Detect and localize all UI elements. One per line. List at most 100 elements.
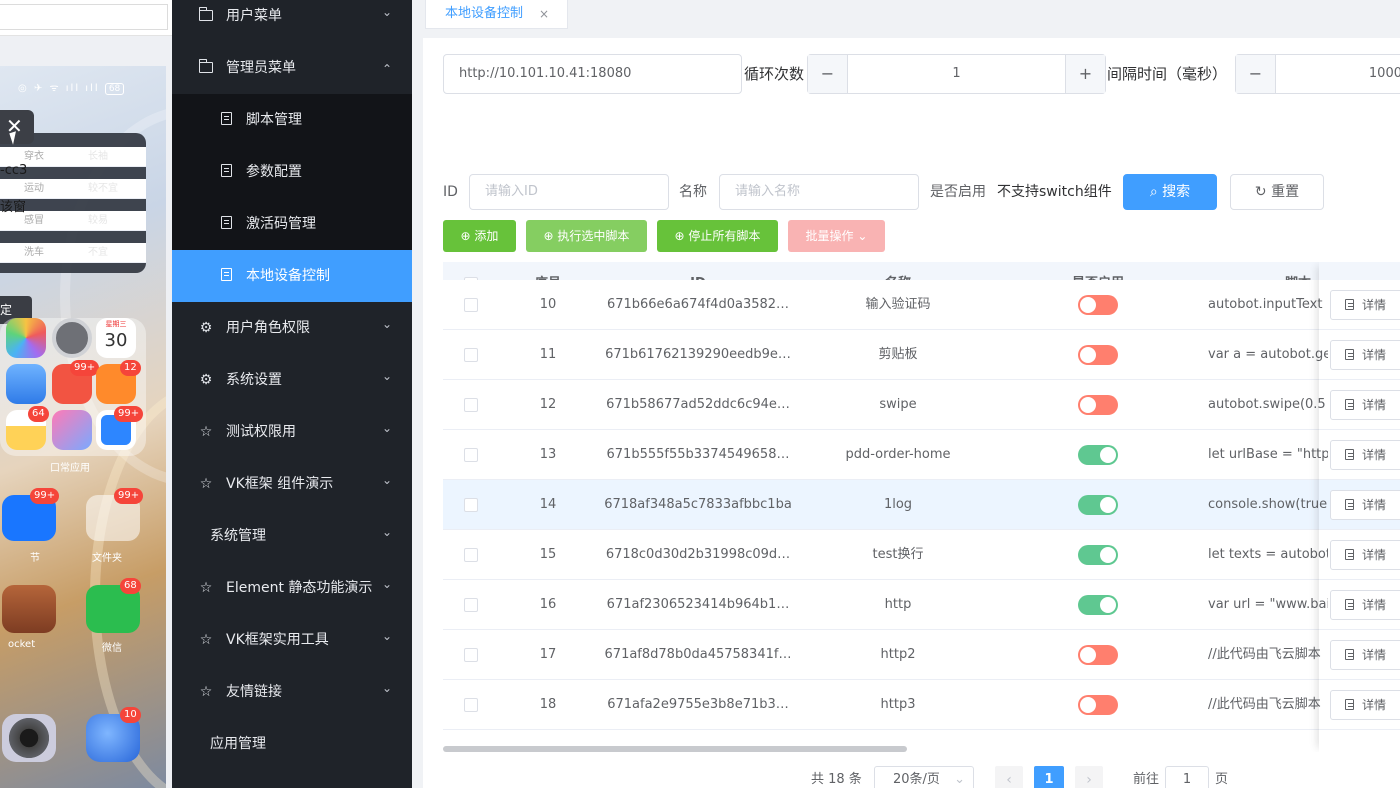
enabled-switch[interactable] — [1078, 345, 1118, 365]
enabled-switch[interactable] — [1078, 595, 1118, 615]
switch-knob — [1100, 447, 1116, 463]
search-button[interactable]: ⌕ 搜索 — [1123, 174, 1217, 210]
tab-local-device-control[interactable]: 本地设备控制 × — [425, 0, 568, 29]
row-checkbox[interactable] — [464, 598, 478, 612]
reset-button[interactable]: ↻ 重置 — [1230, 174, 1324, 210]
pocket-app-icon[interactable] — [2, 585, 56, 633]
row-checkbox[interactable] — [464, 348, 478, 362]
sidebar-item-element-demo[interactable]: ☆ Element 静态功能演示 ⌄ — [172, 562, 412, 614]
enabled-switch[interactable] — [1078, 395, 1118, 415]
id-search-input[interactable]: 请输入ID — [469, 174, 669, 210]
document-icon — [218, 268, 234, 284]
calendar-app-icon[interactable]: 星期三 30 — [96, 318, 136, 358]
minus-icon[interactable]: − — [808, 55, 848, 93]
sidebar: 用户菜单 ⌄ 管理员菜单 ⌃ 脚本管理 参数配置 激活码管理 本地设备控制 ⚙ 用户角… — [172, 0, 412, 788]
page-number-current[interactable]: 1 — [1034, 766, 1064, 788]
row-checkbox[interactable] — [464, 698, 478, 712]
cell-index: 18 — [539, 697, 557, 712]
cell-name: http2 — [880, 647, 916, 662]
sidebar-item-test-permission[interactable]: ☆ 测试权限用 ⌄ — [172, 406, 412, 458]
goto-label: 前往 — [1133, 772, 1160, 787]
sidebar-item-label: VK框架 组件演示 — [226, 476, 334, 492]
device-url-input[interactable]: http://10.101.10.41:18080 — [443, 54, 742, 94]
chevron-down-icon: ⌄ — [381, 369, 392, 383]
batch-operation-dropdown[interactable]: 批量操作 ⌄ — [788, 220, 885, 252]
table-row[interactable]: 11 671b61762139290eedb9e… 剪贴板 var a = autob… — [443, 330, 1400, 380]
row-checkbox[interactable] — [464, 648, 478, 662]
sidebar-item-friend-links[interactable]: ☆ 友情链接 ⌄ — [172, 666, 412, 718]
switch-knob — [1100, 497, 1116, 513]
enabled-switch[interactable] — [1078, 295, 1118, 315]
cell-name: test换行 — [872, 547, 924, 562]
switch-knob — [1080, 647, 1096, 663]
notification-badge: 10 — [120, 707, 141, 723]
app-folder[interactable]: 星期三 30 99+ 12 64 99+ — [0, 318, 146, 456]
chevron-down-icon: ⌄ — [381, 317, 392, 331]
stepper-value[interactable]: 1 — [848, 55, 1065, 93]
camera-app-icon[interactable] — [2, 714, 56, 762]
refresh-icon: ↻ — [1254, 184, 1272, 200]
sidebar-item-vk-demo[interactable]: ☆ VK框架 组件演示 ⌄ — [172, 458, 412, 510]
cell-index: 14 — [539, 497, 557, 512]
name-search-input[interactable]: 请输入名称 — [719, 174, 919, 210]
scrollbar-thumb[interactable] — [443, 746, 907, 752]
sidebar-item-vk-tools[interactable]: ☆ VK框架实用工具 ⌄ — [172, 614, 412, 666]
folder-icon — [198, 7, 214, 24]
settings-app-icon[interactable] — [52, 318, 92, 358]
table-row[interactable]: 12 671b58677ad52ddc6c94e… swipe autobot.swi… — [443, 380, 1400, 430]
plus-circle-icon: ⊕ — [460, 229, 475, 243]
next-page-button[interactable]: › — [1075, 766, 1103, 788]
sidebar-item-local-device-control[interactable]: 本地设备控制 — [172, 250, 412, 302]
sidebar-item-param-config[interactable]: 参数配置 — [172, 146, 412, 198]
table-row[interactable]: 15 6718c0d30d2b31998c09d… test换行 let texts … — [443, 530, 1400, 580]
cell-id: 671af2306523414b964b1… — [606, 597, 790, 612]
prev-page-button[interactable]: ‹ — [995, 766, 1023, 788]
theme-app-icon[interactable] — [52, 410, 92, 450]
add-button[interactable]: ⊕ 添加 — [443, 220, 516, 252]
document-icon — [218, 112, 234, 128]
row-checkbox[interactable] — [464, 548, 478, 562]
stop-all-button[interactable]: ⊕ 停止所有脚本 — [657, 220, 778, 252]
enabled-switch[interactable] — [1078, 445, 1118, 465]
close-icon[interactable]: × — [539, 0, 549, 28]
phone-address-field[interactable] — [0, 4, 168, 30]
stepper-value[interactable]: 1000 — [1276, 55, 1400, 93]
page-size-select[interactable]: 20条/页 ⌄ — [874, 766, 974, 788]
phone-label: -cc3 — [0, 163, 28, 178]
enabled-switch[interactable] — [1078, 695, 1118, 715]
sidebar-item-app-management[interactable]: 应用管理 — [172, 718, 412, 770]
table-row[interactable]: 17 671af8d78b0da45758341f… http2 //此代码由飞云脚本… — [443, 630, 1400, 680]
plus-icon[interactable]: + — [1065, 55, 1105, 93]
enabled-switch[interactable] — [1078, 545, 1118, 565]
goto-page-input[interactable]: 1 — [1165, 766, 1209, 788]
interval-stepper[interactable]: − 1000 — [1235, 54, 1400, 94]
sidebar-item-activation-code[interactable]: 激活码管理 — [172, 198, 412, 250]
row-checkbox[interactable] — [464, 498, 478, 512]
sidebar-item-script-management[interactable]: 脚本管理 — [172, 94, 412, 146]
enabled-switch[interactable] — [1078, 645, 1118, 665]
row-checkbox[interactable] — [464, 398, 478, 412]
sidebar-item-system-settings[interactable]: ⚙ 系统设置 ⌄ — [172, 354, 412, 406]
cell-id: 671b66e6a674f4d0a3582… — [606, 297, 790, 312]
enabled-switch[interactable] — [1078, 495, 1118, 515]
table-row[interactable]: 18 671afa2e9755e3b8e71b3… http3//此代码由飞云脚本详… — [443, 680, 1400, 730]
sidebar-item-user-menu[interactable]: 用户菜单 ⌄ — [172, 0, 412, 42]
sidebar-item-admin-menu[interactable]: 管理员菜单 ⌃ — [172, 42, 412, 94]
sidebar-item-system-management[interactable]: 系统管理 ⌄ — [172, 510, 412, 562]
table-row[interactable]: 10 671b66e6a674f4d0a3582… 输入验证码 autobot.inp… — [443, 280, 1400, 330]
horizontal-scrollbar[interactable] — [443, 745, 1400, 753]
table-row[interactable]: 14 6718af348a5c7833afbbc1ba 1log console.sh… — [443, 480, 1400, 530]
sidebar-item-user-role[interactable]: ⚙ 用户角色权限 ⌄ — [172, 302, 412, 354]
run-selected-button[interactable]: ⊕ 执行选中脚本 — [526, 220, 647, 252]
loop-count-stepper[interactable]: − 1 + — [807, 54, 1106, 94]
photos-app-icon[interactable] — [6, 318, 46, 358]
main-content: 本地设备控制 × http://10.101.10.41:18080 循环次数 −… — [412, 0, 1400, 788]
music-app-icon[interactable] — [6, 364, 46, 404]
table-row[interactable]: 13 671b555f55b3374549658… pdd-order-home le… — [443, 430, 1400, 480]
table-row[interactable]: 16 671af2306523414b964b1… http var url = "w… — [443, 580, 1400, 630]
row-checkbox[interactable] — [464, 298, 478, 312]
minus-icon[interactable]: − — [1236, 55, 1276, 93]
phone-status-bar: ◎ ✈ ᯤ ıll ıll 68 — [18, 80, 125, 95]
notification-badge: 99+ — [70, 360, 100, 376]
row-checkbox[interactable] — [464, 448, 478, 462]
